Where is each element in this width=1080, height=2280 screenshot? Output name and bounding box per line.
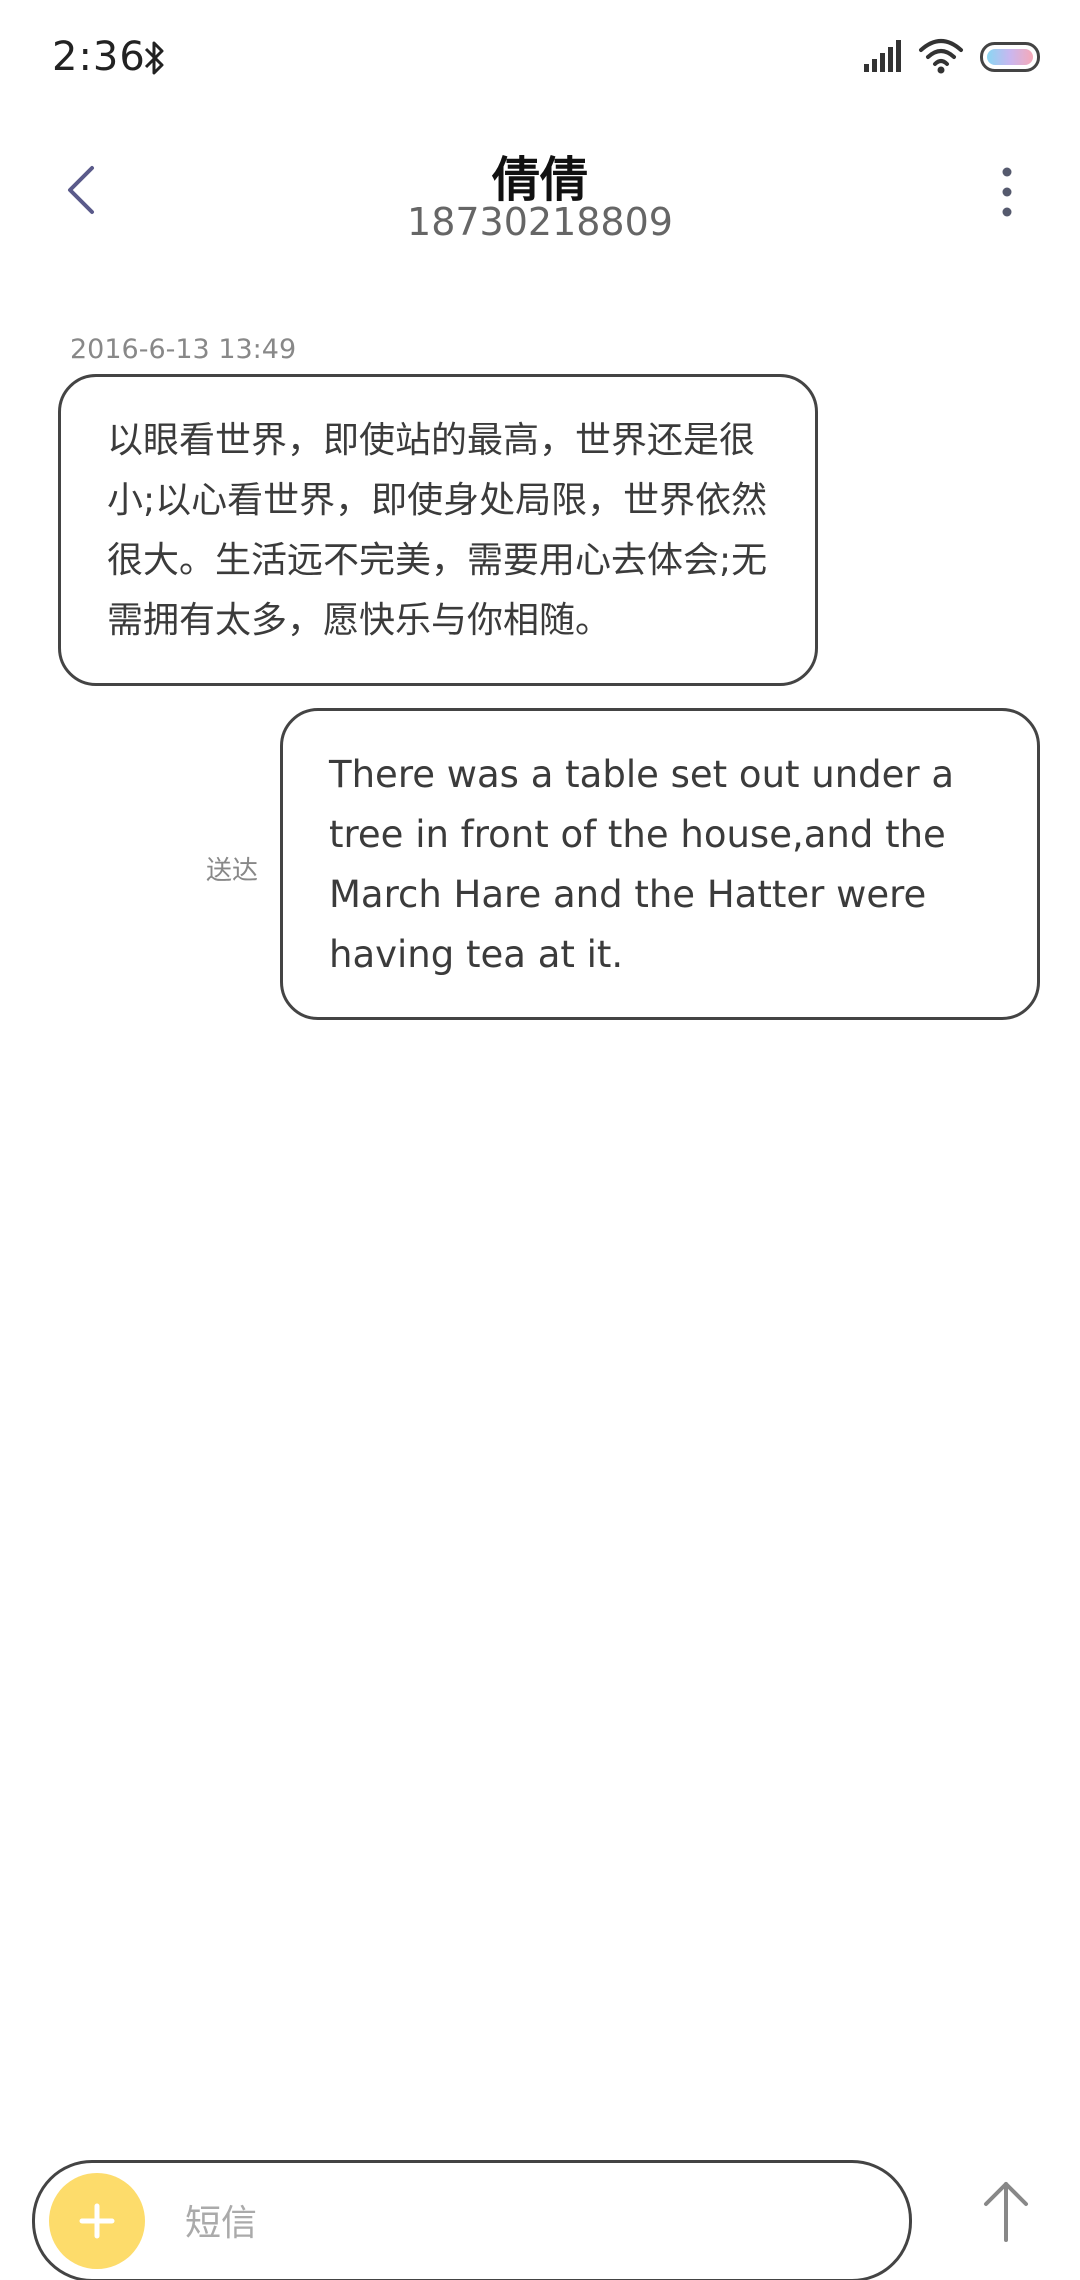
messaging-screen: 2:36 倩倩 18730218809 2016-6-13 13:49 以眼看世… [0,0,1080,2280]
delivery-status: 送达 [206,856,259,886]
plus-icon [79,2203,115,2239]
conversation-header: 倩倩 18730218809 [0,110,1080,260]
attach-button[interactable] [49,2173,145,2269]
message-composer [32,2160,912,2280]
received-message-bubble[interactable]: 以眼看世界，即使站的最高，世界还是很小;以心看世界，即使身处局限，世界依然很大。… [58,374,818,686]
received-message-text: 以眼看世界，即使站的最高，世界还是很小;以心看世界，即使身处局限，世界依然很大。… [107,420,768,641]
bluetooth-icon [144,41,164,75]
message-input[interactable] [183,2187,867,2259]
battery-icon [980,42,1040,72]
message-timestamp: 2016-6-13 13:49 [70,334,297,365]
contact-phone-number: 18730218809 [407,200,673,244]
status-time: 2:36 [52,34,146,80]
sent-message-bubble[interactable]: There was a table set out under a tree i… [280,708,1040,1020]
wifi-icon [919,39,963,74]
signal-icon [864,40,901,72]
sent-message-text: There was a table set out under a tree i… [329,753,955,976]
status-bar: 2:36 [0,0,1080,110]
more-vertical-icon[interactable] [982,162,1032,226]
arrow-up-icon[interactable] [976,2176,1036,2246]
